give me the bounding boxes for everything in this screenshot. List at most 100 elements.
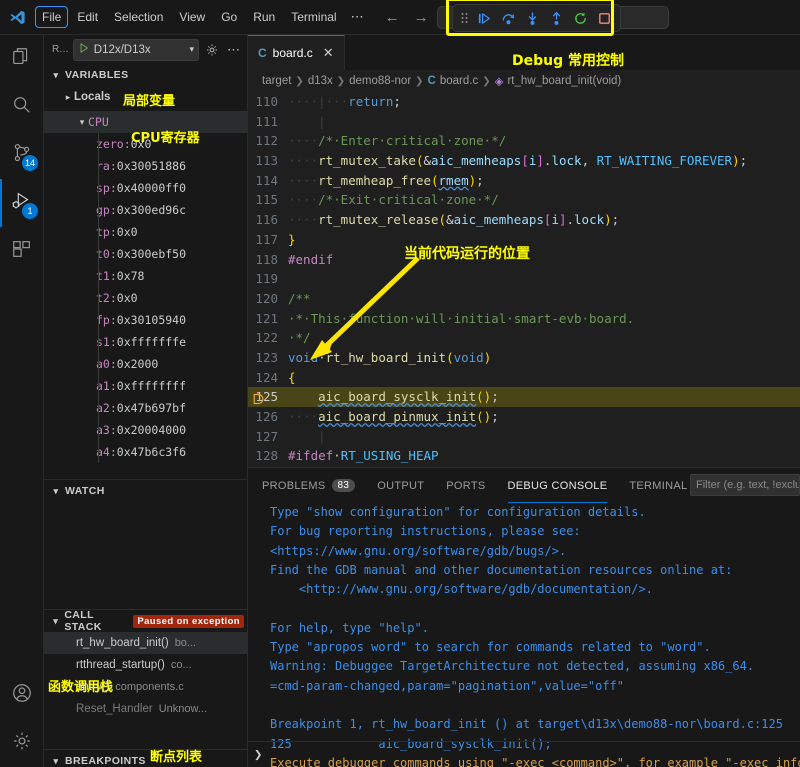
sidebar-item-run-and-debug[interactable]: 1 — [0, 179, 44, 227]
call-stack-frame[interactable]: rtthread_startup() co... — [44, 654, 248, 676]
breakpoint-marker-icon[interactable] — [252, 391, 264, 404]
registers-tree[interactable]: ▾ CPU zero: 0x0 ra: 0x30051886 sp: 0x40000… — [44, 111, 248, 479]
filter-input[interactable]: Filter (e.g. text, !exclude) — [690, 474, 800, 496]
panel-tab-debug-console[interactable]: DEBUG CONSOLE — [507, 468, 608, 503]
code-line[interactable]: 110 ····|···return; — [248, 92, 800, 112]
ellipsis-icon[interactable]: ⋯ — [225, 40, 243, 60]
sidebar-item-extensions[interactable] — [0, 227, 44, 275]
code-line[interactable]: 123 void·rt_hw_board_init(void) — [248, 348, 800, 368]
panel-tab-terminal[interactable]: TERMINAL — [629, 468, 687, 503]
register-name: t1: — [96, 269, 117, 283]
menu-more[interactable]: ⋯ — [345, 7, 371, 27]
code-line[interactable]: 115 ····/*·Exit·critical·zone·*/ — [248, 190, 800, 210]
panel-tab-label: PROBLEMS — [262, 479, 326, 492]
sidebar-item-search[interactable] — [0, 83, 44, 131]
menu-run[interactable]: Run — [246, 6, 282, 28]
breadcrumb-item-2[interactable]: demo88-nor — [349, 75, 411, 87]
drag-handle-icon[interactable] — [458, 7, 471, 29]
menu-view[interactable]: View — [172, 6, 212, 28]
chevron-down-icon: ▾ — [53, 485, 59, 496]
code-line[interactable]: 126 ····aic_board_pinmux_init(); — [248, 407, 800, 427]
vscode-window: File Edit Selection View Go Run Terminal… — [0, 0, 800, 767]
register-row[interactable]: t1: 0x78 — [44, 265, 248, 287]
panel-tab-problems[interactable]: PROBLEMS 83 — [262, 468, 356, 503]
code-line[interactable]: 113 ····rt_mutex_take(&aic_memheaps[i].lo… — [248, 151, 800, 171]
section-variables-header[interactable]: ▾ VARIABLES — [44, 64, 248, 86]
call-stack-frame[interactable]: rt_hw_board_init() bo... — [44, 632, 248, 654]
register-row[interactable]: a2: 0x47b697bf — [44, 397, 248, 419]
code-line[interactable]: 121 ·*·This·function·will·initial·smart-e… — [248, 309, 800, 329]
menu-terminal[interactable]: Terminal — [284, 6, 343, 28]
chevron-down-icon: ▾ — [79, 116, 85, 127]
panel-tab-ports[interactable]: PORTS — [446, 468, 485, 503]
arrow-right-icon[interactable]: → — [414, 10, 429, 25]
breadcrumb-item-4[interactable]: rt_hw_board_init(void) — [507, 75, 621, 87]
code-line[interactable]: 111 | — [248, 112, 800, 132]
register-row[interactable]: t0: 0x300ebf50 — [44, 243, 248, 265]
menu-go[interactable]: Go — [214, 6, 244, 28]
close-icon[interactable]: ✕ — [323, 45, 334, 61]
play-icon[interactable] — [78, 41, 90, 59]
debug-console-input[interactable]: ❯ — [248, 741, 800, 767]
step-out-button[interactable] — [545, 7, 567, 29]
register-value: 0x47b697bf — [116, 401, 187, 415]
code-line[interactable]: 112 ····/*·Enter·critical·zone·*/ — [248, 131, 800, 151]
register-row[interactable]: s1: 0xfffffffe — [44, 331, 248, 353]
code-line[interactable]: 114 ····rt_memheap_free(rmem); — [248, 171, 800, 191]
code-line-text: ·*·This·function·will·initial·smart-evb·… — [288, 310, 635, 326]
restart-button[interactable] — [569, 7, 591, 29]
section-callstack-header[interactable]: ▾ CALL STACK Paused on exception — [44, 609, 248, 633]
panel-tab-output[interactable]: OUTPUT — [377, 468, 424, 503]
launch-configuration-dropdown[interactable]: D12x/D13x ▾ — [72, 38, 199, 61]
register-row[interactable]: sp: 0x40000ff0 — [44, 177, 248, 199]
code-editor[interactable]: 110 ····|···return; 111 | 112 ····/*·Enter·c… — [248, 92, 800, 467]
step-over-button[interactable] — [497, 7, 519, 29]
section-watch-header[interactable]: ▾ WATCH — [44, 480, 248, 502]
editor-tab-board-c[interactable]: C board.c ✕ — [248, 35, 345, 70]
line-number: 112 — [255, 133, 278, 149]
launch-configuration-label: D12x/D13x — [93, 43, 151, 56]
register-row[interactable]: fp: 0x30105940 — [44, 309, 248, 331]
menu-file[interactable]: File — [35, 6, 69, 28]
register-row[interactable]: t2: 0x0 — [44, 287, 248, 309]
panel-tab-label: TERMINAL — [629, 479, 688, 492]
code-line[interactable]: 116 ····rt_mutex_release(&aic_memheaps[i]… — [248, 210, 800, 230]
sidebar-item-source-control[interactable]: 14 — [0, 131, 44, 179]
register-row[interactable]: a1: 0xffffffff — [44, 375, 248, 397]
code-line[interactable]: 128 #ifdef·RT_USING_HEAP — [248, 446, 800, 466]
code-line[interactable]: 120 /** — [248, 289, 800, 309]
register-row[interactable]: a0: 0x2000 — [44, 353, 248, 375]
chevron-down-icon[interactable]: ▾ — [189, 44, 194, 55]
step-into-button[interactable] — [521, 7, 543, 29]
call-stack-file: components.c — [115, 681, 184, 693]
manage-settings-button[interactable] — [0, 719, 44, 767]
stop-button[interactable] — [593, 7, 615, 29]
call-stack-file: bo... — [174, 637, 197, 649]
sidebar-item-explorer[interactable] — [0, 35, 44, 83]
arrow-left-icon[interactable]: ← — [385, 10, 400, 25]
gear-icon[interactable] — [203, 40, 221, 60]
run-and-debug-badge: 1 — [22, 203, 38, 219]
debug-console-output[interactable]: Type "show configuration" for configurat… — [248, 503, 800, 767]
breadcrumb-item-0[interactable]: target — [262, 75, 291, 87]
breadcrumb-item-1[interactable]: d13x — [308, 75, 333, 87]
breadcrumb-item-3[interactable]: board.c — [440, 75, 478, 87]
call-stack-frame[interactable]: Reset_Handler Unknow... — [44, 698, 248, 720]
register-row[interactable]: a4: 0x47b6c3f6 — [44, 441, 248, 463]
section-breakpoints-header[interactable]: ▾ BREAKPOINTS — [44, 750, 248, 767]
register-row[interactable]: tp: 0x0 — [44, 221, 248, 243]
continue-button[interactable] — [473, 7, 495, 29]
code-line[interactable]: 122 ·*/ — [248, 328, 800, 348]
register-row[interactable]: ra: 0x30051886 — [44, 155, 248, 177]
code-line[interactable]: 127 | — [248, 427, 800, 447]
menu-edit[interactable]: Edit — [70, 6, 105, 28]
menu-selection[interactable]: Selection — [107, 6, 170, 28]
code-line-current[interactable]: 125 ····aic_board_sysclk_init(); — [248, 387, 800, 407]
register-row[interactable]: a3: 0x20004000 — [44, 419, 248, 441]
status-badge: Paused on exception — [133, 614, 244, 628]
account-button[interactable] — [0, 671, 44, 719]
filter-placeholder: Filter (e.g. text, !exclude) — [696, 479, 799, 491]
code-line[interactable]: 119 — [248, 269, 800, 289]
code-line[interactable]: 124 { — [248, 368, 800, 388]
register-row[interactable]: gp: 0x300ed96c — [44, 199, 248, 221]
